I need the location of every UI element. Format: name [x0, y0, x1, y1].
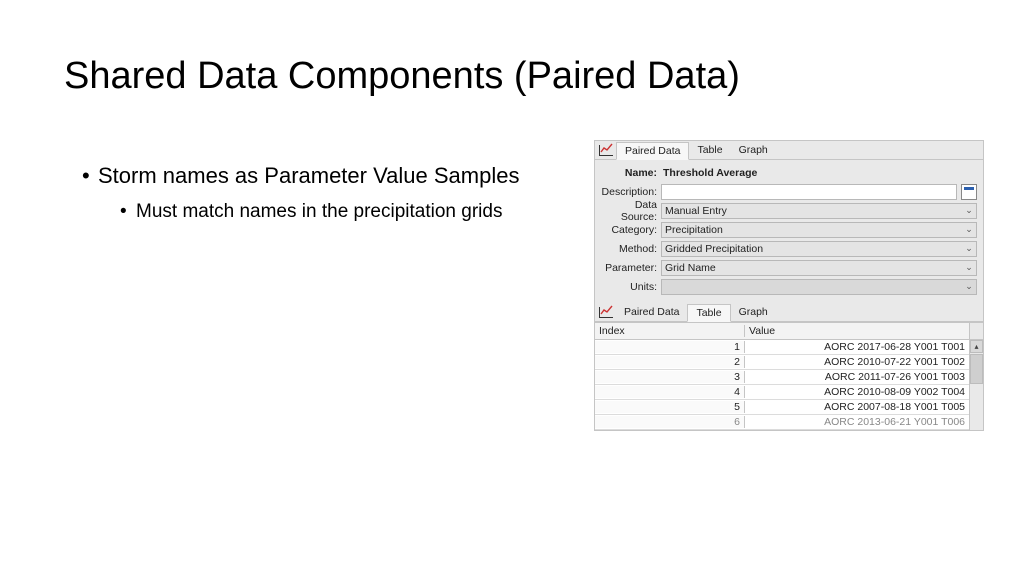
table-row[interactable]: 5 AORC 2007-08-18 Y001 T005 — [595, 400, 969, 415]
method-select[interactable]: Gridded Precipitation ⌄ — [661, 241, 977, 257]
value-name: Threshold Average — [661, 167, 757, 179]
col-header-index: Index — [595, 325, 745, 337]
tab-graph-upper[interactable]: Graph — [731, 142, 776, 158]
method-value: Gridded Precipitation — [665, 243, 763, 255]
label-name: Name: — [601, 167, 661, 179]
cell-index: 3 — [595, 371, 745, 383]
bullet-level1: Storm names as Parameter Value Samples — [82, 162, 562, 190]
table-body: 1 AORC 2017-06-28 Y001 T001 2 AORC 2010-… — [595, 340, 983, 430]
chevron-down-icon: ⌄ — [962, 205, 976, 216]
slide-title: Shared Data Components (Paired Data) — [64, 55, 740, 98]
chevron-down-icon: ⌄ — [962, 243, 976, 254]
units-select[interactable]: ⌄ — [661, 279, 977, 295]
tabrow-upper: Paired Data Table Graph — [595, 141, 983, 160]
label-method: Method: — [601, 243, 661, 255]
table-row[interactable]: 2 AORC 2010-07-22 Y001 T002 — [595, 355, 969, 370]
data-table: Index Value 1 AORC 2017-06-28 Y001 T001 … — [595, 322, 983, 430]
parameter-value: Grid Name — [665, 262, 716, 274]
scroll-up-icon[interactable]: ▴ — [970, 340, 983, 353]
data-source-select[interactable]: Manual Entry ⌄ — [661, 203, 977, 219]
table-header: Index Value — [595, 323, 983, 340]
tab-table-lower[interactable]: Table — [687, 304, 730, 322]
cell-value: AORC 2017-06-28 Y001 T001 — [745, 341, 969, 353]
col-header-value: Value — [745, 325, 969, 337]
chevron-down-icon: ⌄ — [962, 281, 976, 292]
cell-value: AORC 2011-07-26 Y001 T003 — [745, 371, 969, 383]
description-expand-icon[interactable] — [961, 184, 977, 200]
cell-value: AORC 2010-07-22 Y001 T002 — [745, 356, 969, 368]
label-parameter: Parameter: — [601, 262, 661, 274]
chart-icon — [599, 145, 613, 156]
paired-data-panel: Paired Data Table Graph Name: Threshold … — [594, 140, 984, 431]
tabrow-lower: Paired Data Table Graph — [595, 303, 983, 322]
label-category: Category: — [601, 224, 661, 236]
category-select[interactable]: Precipitation ⌄ — [661, 222, 977, 238]
cell-index: 6 — [595, 416, 745, 428]
scroll-thumb[interactable] — [970, 354, 983, 384]
cell-index: 2 — [595, 356, 745, 368]
cell-value: AORC 2013-06-21 Y001 T006 — [745, 416, 969, 428]
label-units: Units: — [601, 281, 661, 293]
bullet-level2: Must match names in the precipitation gr… — [120, 200, 562, 224]
parameter-select[interactable]: Grid Name ⌄ — [661, 260, 977, 276]
tab-graph-lower[interactable]: Graph — [731, 304, 776, 320]
description-field[interactable] — [661, 184, 957, 200]
table-row[interactable]: 1 AORC 2017-06-28 Y001 T001 — [595, 340, 969, 355]
cell-value: AORC 2010-08-09 Y002 T004 — [745, 386, 969, 398]
tab-table-upper[interactable]: Table — [689, 142, 730, 158]
chevron-down-icon: ⌄ — [962, 224, 976, 235]
data-source-value: Manual Entry — [665, 205, 727, 217]
cell-index: 5 — [595, 401, 745, 413]
bullet-content: Storm names as Parameter Value Samples M… — [82, 162, 562, 223]
table-row[interactable]: 4 AORC 2010-08-09 Y002 T004 — [595, 385, 969, 400]
tab-paired-data-upper[interactable]: Paired Data — [616, 142, 689, 160]
table-row[interactable]: 6 AORC 2013-06-21 Y001 T006 — [595, 415, 969, 430]
chevron-down-icon: ⌄ — [962, 262, 976, 273]
label-data-source: Data Source: — [601, 199, 661, 223]
scroll-gutter-head — [969, 323, 983, 339]
tab-paired-data-lower[interactable]: Paired Data — [616, 304, 687, 320]
category-value: Precipitation — [665, 224, 723, 236]
form-area: Name: Threshold Average Description: Dat… — [595, 160, 983, 303]
scrollbar[interactable]: ▴ — [969, 340, 983, 430]
cell-index: 4 — [595, 386, 745, 398]
label-description: Description: — [601, 186, 661, 198]
chart-icon — [599, 307, 613, 318]
table-row[interactable]: 3 AORC 2011-07-26 Y001 T003 — [595, 370, 969, 385]
cell-value: AORC 2007-08-18 Y001 T005 — [745, 401, 969, 413]
cell-index: 1 — [595, 341, 745, 353]
